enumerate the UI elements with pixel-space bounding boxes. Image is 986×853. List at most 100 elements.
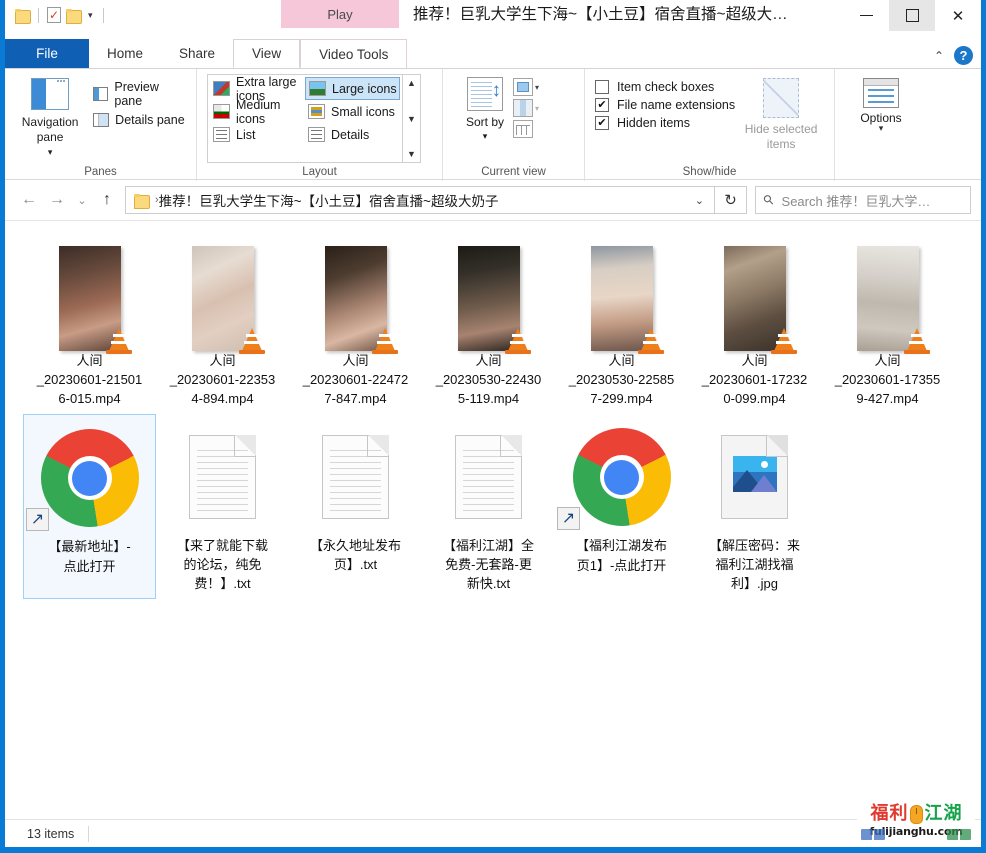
chevron-down-icon: ⌄ bbox=[77, 194, 86, 207]
chevron-down-icon[interactable]: ▾ bbox=[535, 83, 539, 92]
tab-view[interactable]: View bbox=[233, 39, 300, 68]
file-item-shortcut-newest-address[interactable]: ↗ 【最新地址】-点此打开 bbox=[23, 414, 156, 599]
maximize-button[interactable] bbox=[889, 0, 935, 31]
qat-divider-2 bbox=[103, 8, 104, 23]
shortcut-arrow-icon: ↗ bbox=[26, 508, 49, 531]
properties-icon[interactable]: ✓ bbox=[47, 7, 61, 23]
ribbon-group-panes: Navigation pane ▾ Preview pane Details p… bbox=[5, 69, 197, 181]
file-name-label: 人间_20230530-224305-119.mp4 bbox=[425, 351, 553, 408]
navigation-pane-button[interactable]: Navigation pane ▾ bbox=[11, 74, 89, 163]
file-item-video-4[interactable]: 人间_20230530-224305-119.mp4 bbox=[422, 229, 555, 414]
quick-access-toolbar: ✓ ▾ bbox=[5, 0, 113, 30]
ribbon-group-layout-label: Layout bbox=[197, 163, 442, 181]
checkbox-item-check-boxes[interactable]: Item check boxes bbox=[595, 78, 735, 96]
ribbon-group-show-hide-label: Show/hide bbox=[585, 163, 834, 181]
size-all-columns-button[interactable] bbox=[513, 120, 539, 138]
minimize-button[interactable] bbox=[843, 0, 889, 31]
sort-icon bbox=[467, 77, 503, 111]
checkbox-box bbox=[595, 80, 609, 94]
chevron-down-icon[interactable]: ▾ bbox=[535, 104, 539, 113]
recent-locations-button[interactable]: ⌄ bbox=[71, 186, 93, 214]
tab-view-label: View bbox=[252, 46, 281, 61]
chevron-down-icon[interactable]: ▾ bbox=[86, 10, 95, 21]
text-file-icon bbox=[455, 435, 522, 519]
preview-pane-button[interactable]: Preview pane bbox=[89, 79, 190, 109]
window-controls: ✕ bbox=[843, 0, 981, 31]
status-bar: 13 items bbox=[5, 819, 981, 847]
thumbnail bbox=[25, 233, 154, 351]
tab-file[interactable]: File bbox=[5, 39, 89, 68]
help-button[interactable]: ? bbox=[954, 46, 973, 65]
chevron-down-icon[interactable]: ▾ bbox=[879, 123, 884, 134]
scroll-up-icon[interactable]: ▲ bbox=[407, 78, 416, 88]
medium-icons-icon bbox=[213, 104, 230, 119]
details-pane-button[interactable]: Details pane bbox=[89, 112, 190, 128]
details-pane-label: Details pane bbox=[115, 113, 185, 127]
columns-icon bbox=[513, 99, 533, 117]
icon bbox=[424, 418, 553, 536]
preview-pane-icon bbox=[93, 87, 108, 101]
layout-option-large-icons[interactable]: Large icons bbox=[305, 77, 400, 100]
file-item-shortcut-fulijianghu-page1[interactable]: ↗ 【福利江湖发布页1】-点此打开 bbox=[555, 414, 688, 599]
new-folder-icon[interactable] bbox=[66, 9, 81, 22]
file-name-label: 【最新地址】-点此打开 bbox=[26, 537, 154, 577]
chevron-up-icon[interactable]: ⌃ bbox=[934, 49, 944, 63]
layout-option-medium-icons[interactable]: Medium icons bbox=[210, 100, 305, 123]
close-button[interactable]: ✕ bbox=[935, 0, 981, 31]
sort-by-label: Sort by bbox=[466, 115, 504, 129]
address-path-box[interactable]: › 推荐！巨乳大学生下海~【小土豆】宿舍直播~超级大奶子 ⌄ bbox=[125, 186, 715, 214]
hide-selected-items-button[interactable]: Hide selected items bbox=[735, 74, 827, 163]
file-name-label: 【永久地址发布页】.txt bbox=[292, 536, 420, 574]
status-divider bbox=[88, 826, 89, 842]
layout-option-label: List bbox=[236, 128, 255, 142]
thumbnail bbox=[291, 233, 420, 351]
scroll-down-icon[interactable]: ▼ bbox=[407, 114, 416, 124]
tab-video-tools[interactable]: Video Tools bbox=[300, 39, 407, 68]
expand-gallery-icon[interactable]: ▼ bbox=[407, 149, 416, 159]
layout-scroll-controls[interactable]: ▲ ▼ ▼ bbox=[403, 74, 421, 163]
options-icon bbox=[863, 78, 899, 108]
checkbox-hidden-items[interactable]: ✔ Hidden items bbox=[595, 114, 735, 132]
layout-option-label: Details bbox=[331, 128, 369, 142]
tab-video-tools-label: Video Tools bbox=[319, 47, 388, 62]
file-item-text-forum[interactable]: 【来了就能下载的论坛，纯免费！】.txt bbox=[156, 414, 289, 599]
back-button[interactable]: ← bbox=[15, 186, 43, 214]
file-item-video-6[interactable]: 人间_20230601-172320-099.mp4 bbox=[688, 229, 821, 414]
layout-option-label: Small icons bbox=[331, 105, 395, 119]
vlc-icon bbox=[370, 325, 400, 355]
file-item-video-7[interactable]: 人间_20230601-173559-427.mp4 bbox=[821, 229, 954, 414]
tab-share[interactable]: Share bbox=[161, 39, 233, 68]
file-list[interactable]: 人间_20230601-215016-015.mp4 人间_20230601-2… bbox=[5, 220, 981, 812]
file-item-image-password[interactable]: 【解压密码：来福利江湖找福利】.jpg bbox=[688, 414, 821, 599]
columns-button[interactable]: ▾ bbox=[513, 99, 539, 117]
file-item-text-permanent-address[interactable]: 【永久地址发布页】.txt bbox=[289, 414, 422, 599]
file-name-label: 人间_20230601-224727-847.mp4 bbox=[292, 351, 420, 408]
large-icons-icon bbox=[309, 81, 326, 96]
folder-icon[interactable] bbox=[15, 9, 30, 22]
options-button[interactable]: Options ▾ bbox=[843, 74, 919, 163]
navigation-pane-icon bbox=[31, 78, 69, 110]
file-item-video-2[interactable]: 人间_20230601-223534-894.mp4 bbox=[156, 229, 289, 414]
chevron-down-icon[interactable]: ⌄ bbox=[689, 194, 710, 207]
file-item-video-5[interactable]: 人间_20230530-225857-299.mp4 bbox=[555, 229, 688, 414]
layout-option-list[interactable]: List bbox=[210, 123, 305, 146]
checkbox-label: File name extensions bbox=[617, 98, 735, 112]
forward-button[interactable]: → bbox=[43, 186, 71, 214]
ribbon-group-options: Options ▾ bbox=[835, 69, 981, 181]
refresh-button[interactable]: ↻ bbox=[715, 186, 747, 214]
file-item-text-fulijianghu[interactable]: 【福利江湖】全免费-无套路-更新快.txt bbox=[422, 414, 555, 599]
up-arrow-icon: ↑ bbox=[103, 191, 111, 209]
tab-home-label: Home bbox=[107, 46, 143, 61]
tab-home[interactable]: Home bbox=[89, 39, 161, 68]
tab-play[interactable]: Play bbox=[281, 0, 399, 28]
checkbox-file-name-extensions[interactable]: ✔ File name extensions bbox=[595, 96, 735, 114]
vlc-icon bbox=[104, 325, 134, 355]
layout-option-small-icons[interactable]: Small icons bbox=[305, 100, 400, 123]
layout-option-details[interactable]: Details bbox=[305, 123, 400, 146]
search-box[interactable]: ⚲ Search 推荐！巨乳大学… bbox=[755, 186, 971, 214]
file-item-video-3[interactable]: 人间_20230601-224727-847.mp4 bbox=[289, 229, 422, 414]
add-columns-button[interactable]: ▾ bbox=[513, 78, 539, 96]
file-item-video-1[interactable]: 人间_20230601-215016-015.mp4 bbox=[23, 229, 156, 414]
up-button[interactable]: ↑ bbox=[93, 186, 121, 214]
sort-by-button[interactable]: Sort by ▾ bbox=[457, 74, 513, 163]
